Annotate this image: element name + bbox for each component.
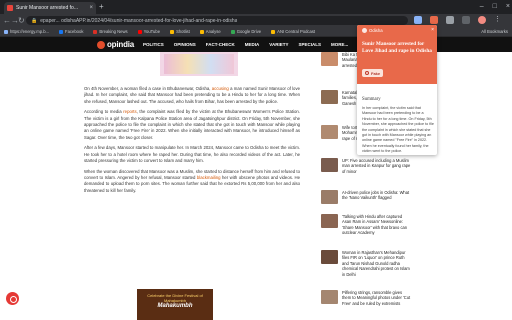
lock-icon: 🔒 <box>31 17 38 24</box>
advertisement-bottom[interactable]: Celebrate the Divine Festival of Mahakum… <box>137 289 213 320</box>
bookmark-item[interactable]: https://energy.mp.b... <box>4 29 49 34</box>
browser-tab[interactable]: Sunir Mansoor arrested fo... × <box>4 2 96 14</box>
story-thumbnail <box>321 158 338 172</box>
new-tab-button[interactable]: + <box>99 2 104 12</box>
article-paragraph: After a few days, Mansoor started to man… <box>84 145 300 163</box>
article-paragraph: On 4th November, a woman filed a case in… <box>84 86 300 104</box>
story-thumbnail <box>321 52 338 66</box>
nav-specials[interactable]: SPECIALS <box>298 42 321 47</box>
logo-text: opindia <box>107 40 135 49</box>
main-nav: POLITICS OPINIONS FACT-CHECK MEDIA VARIE… <box>143 37 388 52</box>
article-paragraph: When the woman discovered that Mansoor w… <box>84 168 300 193</box>
nav-opinions[interactable]: OPINIONS <box>174 42 196 47</box>
nav-politics[interactable]: POLITICS <box>143 42 164 47</box>
folder-icon <box>199 29 204 34</box>
toolbar-extension-icons: ⋮ <box>414 16 502 24</box>
warning-icon <box>365 71 369 75</box>
site-logo[interactable]: opindia <box>97 40 134 49</box>
inline-link[interactable]: blackmailing <box>197 175 221 180</box>
story-thumbnail <box>321 214 338 228</box>
nav-fact-check[interactable]: FACT-CHECK <box>206 42 235 47</box>
close-window-icon[interactable]: × <box>506 1 510 12</box>
browser-tab-strip: Sunir Mansoor arrested fo... × + – □ × <box>0 0 512 14</box>
drive-icon <box>230 29 235 34</box>
article-body: On 4th November, a woman filed a case in… <box>84 86 300 198</box>
brand-icon <box>362 28 367 33</box>
tab-close-icon[interactable]: × <box>89 5 93 11</box>
story-thumbnail <box>321 250 338 264</box>
inline-link[interactable]: reports <box>123 109 136 114</box>
sidepanel-icon[interactable] <box>462 16 470 24</box>
chat-bubble-icon[interactable] <box>6 292 19 305</box>
extension-icon[interactable] <box>430 16 438 24</box>
ad-artwork <box>164 54 234 74</box>
sidebar-story[interactable]: UP: Five accused including a Muslim man … <box>321 158 411 174</box>
news-icon <box>93 29 98 34</box>
bookmark-star-icon[interactable] <box>414 16 422 24</box>
ad-caption: Celebrate the Divine Festival of Mahakum… <box>147 293 203 303</box>
bookmark-item[interactable]: Facebook <box>59 29 83 34</box>
puzzle-icon[interactable] <box>446 16 454 24</box>
url-text: epaper... odishaAPP.in/2024/04/sunir-man… <box>40 17 238 24</box>
tab-favicon-icon <box>7 5 13 11</box>
story-thumbnail <box>321 125 338 139</box>
bookmark-item[interactable]: ANI Central Podcast <box>271 29 315 34</box>
nav-media[interactable]: MEDIA <box>245 42 260 47</box>
profile-avatar[interactable] <box>478 16 486 24</box>
verdict-badge[interactable]: Fake <box>362 69 384 77</box>
story-thumbnail <box>321 90 338 104</box>
minimize-icon[interactable]: – <box>480 1 484 12</box>
advertisement-banner[interactable] <box>160 52 238 76</box>
bookmark-favicon-icon <box>4 29 8 34</box>
article-paragraph: According to media reports, the complain… <box>84 109 300 140</box>
logo-mark-icon <box>97 40 105 49</box>
kebab-menu-icon[interactable]: ⋮ <box>494 16 502 24</box>
extension-popup: Odisha × Sunir Mansoor arrested for Love… <box>357 25 437 155</box>
address-bar[interactable]: 🔒 epaper... odishaAPP.in/2024/04/sunir-m… <box>26 16 408 25</box>
story-thumbnail <box>321 190 338 204</box>
folder-icon <box>271 29 276 34</box>
bookmark-item[interactable]: Shotlist <box>170 29 190 34</box>
bookmark-item[interactable]: YouTube <box>137 29 160 34</box>
story-thumbnail <box>321 290 338 304</box>
nav-more[interactable]: MORE... <box>331 42 348 47</box>
popup-title: Sunir Mansoor arrested for Love Jihad an… <box>362 41 432 54</box>
folder-icon <box>170 29 175 34</box>
window-controls: – □ × <box>480 1 510 12</box>
close-icon[interactable]: × <box>431 27 434 33</box>
reload-icon[interactable]: ↻ <box>18 15 25 26</box>
summary-heading: Summary <box>362 97 381 102</box>
sidebar-story[interactable]: AI-driven police jobs in Odisha: What th… <box>321 190 411 204</box>
popup-brand: Odisha <box>362 28 383 33</box>
inline-link[interactable]: accusing <box>212 86 229 91</box>
bookmark-item[interactable]: Breaking News <box>93 29 128 34</box>
sidebar-story[interactable]: 'Talking with Hindu after captured Asan … <box>321 214 411 236</box>
summary-text: In her complaint, the victim said that M… <box>362 106 434 154</box>
bookmark-item[interactable]: Analyse <box>199 29 221 34</box>
all-bookmarks-button[interactable]: All Bookmarks <box>481 27 508 37</box>
maximize-icon[interactable]: □ <box>493 1 497 12</box>
back-icon[interactable]: ← <box>3 15 11 26</box>
popup-header: Odisha × Sunir Mansoor arrested for Love… <box>357 25 437 84</box>
sidebar-story[interactable]: Woman in Rajasthan's Mehandipur files FI… <box>321 250 411 277</box>
facebook-icon <box>59 29 64 34</box>
ad-title: Mahakumbh <box>157 303 193 309</box>
youtube-icon <box>137 29 142 34</box>
tab-title: Sunir Mansoor arrested fo... <box>16 5 78 11</box>
bookmark-item[interactable]: Google Drive <box>230 29 261 34</box>
nav-variety[interactable]: VARIETY <box>269 42 288 47</box>
sidebar-story[interactable]: Pilfering strings, ransomble gives them … <box>321 290 411 306</box>
